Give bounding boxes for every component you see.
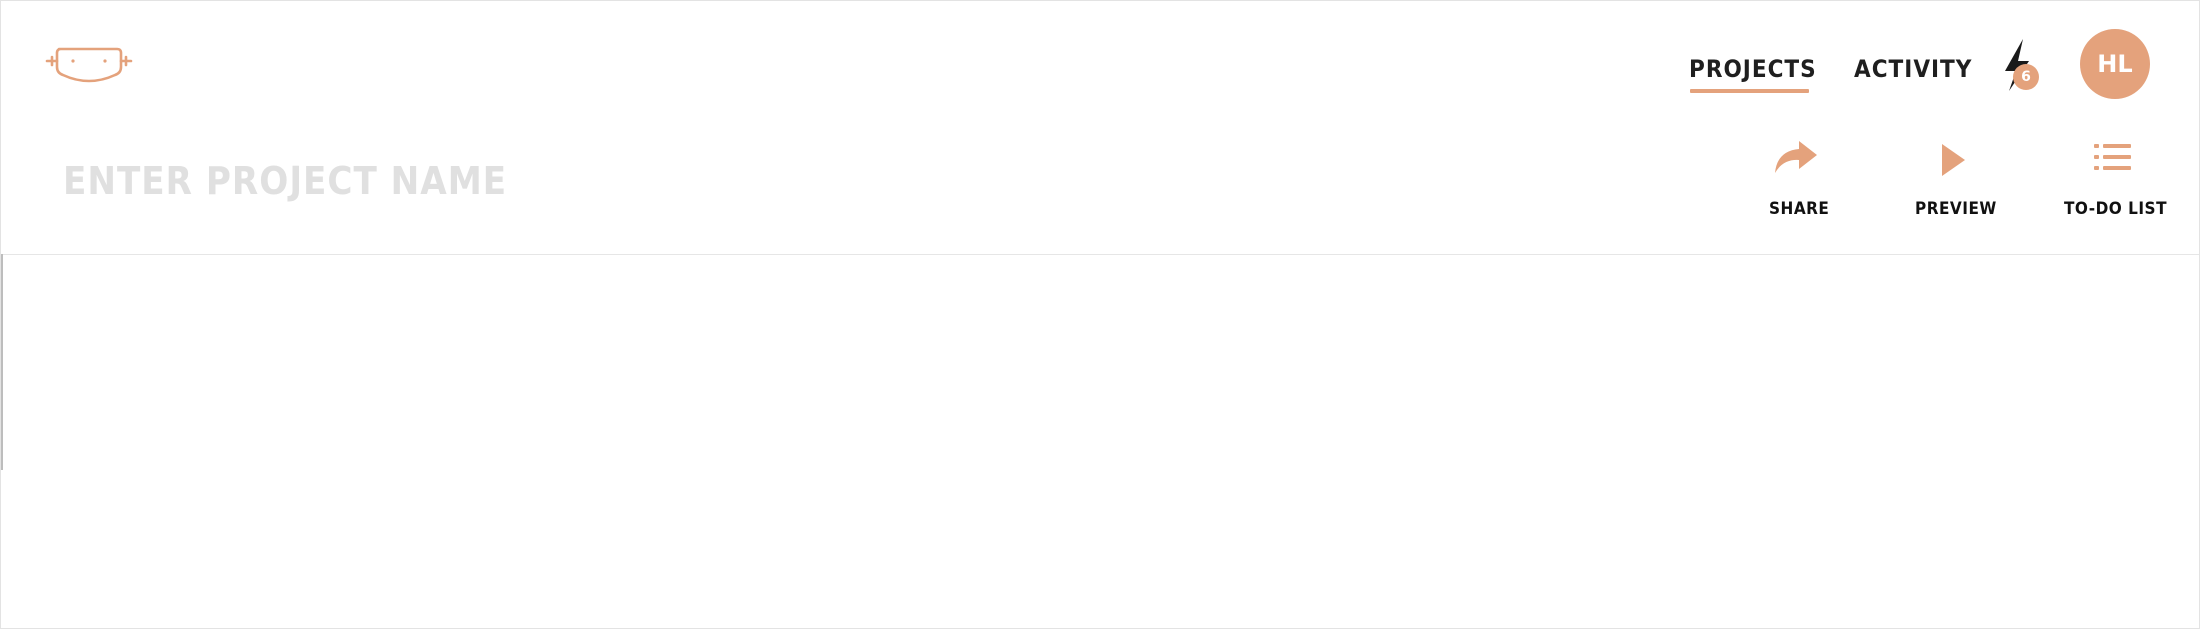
todo-list-label: TO-DO LIST bbox=[2064, 199, 2167, 219]
play-icon bbox=[1942, 144, 1965, 176]
project-name-input[interactable] bbox=[63, 153, 623, 209]
notification-badge[interactable]: 6 bbox=[2013, 64, 2039, 90]
nav-projects[interactable]: PROJECTS bbox=[1689, 55, 1817, 95]
left-edge-divider bbox=[1, 254, 3, 470]
app-window: PROJECTS ACTIVITY 6 HL SHARE PREVIEW bbox=[0, 0, 2200, 629]
todo-list-button[interactable]: TO-DO LIST bbox=[2061, 139, 2167, 225]
nav-activity-label: ACTIVITY bbox=[1854, 55, 1973, 83]
top-header: PROJECTS ACTIVITY 6 HL SHARE PREVIEW bbox=[1, 1, 2199, 255]
nav-projects-label: PROJECTS bbox=[1689, 55, 1817, 83]
share-label: SHARE bbox=[1769, 199, 1830, 219]
preview-label: PREVIEW bbox=[1915, 199, 1997, 219]
share-arrow-icon bbox=[1775, 141, 1817, 173]
share-button[interactable]: SHARE bbox=[1761, 139, 1831, 225]
user-avatar[interactable]: HL bbox=[2080, 29, 2150, 99]
logo-icon[interactable] bbox=[45, 43, 133, 89]
list-icon bbox=[2094, 144, 2131, 170]
active-tab-underline bbox=[1690, 89, 1809, 93]
preview-button[interactable]: PREVIEW bbox=[1911, 139, 1997, 225]
nav-activity[interactable]: ACTIVITY bbox=[1854, 55, 1972, 95]
